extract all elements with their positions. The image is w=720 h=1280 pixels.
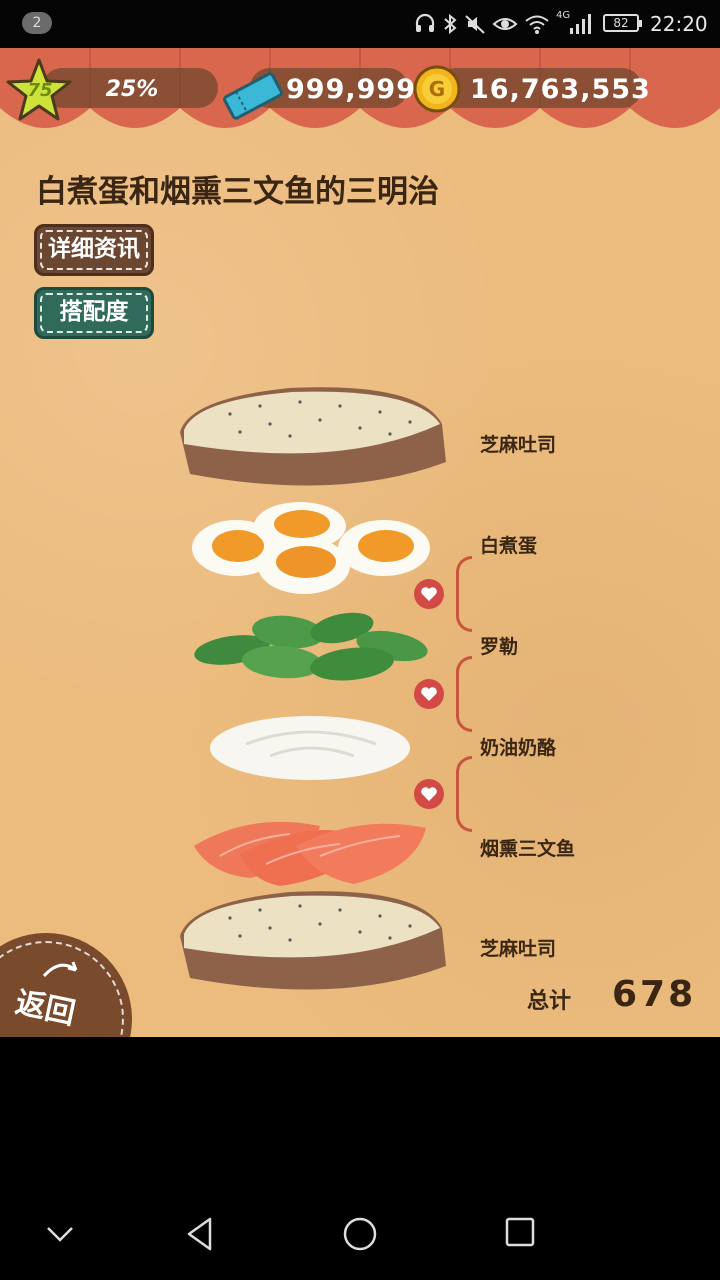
- match-bracket: [456, 556, 472, 632]
- coin-count: 16,763,553: [470, 74, 651, 105]
- battery-icon: 82: [603, 14, 642, 32]
- match-bracket: [456, 756, 472, 832]
- ticket-count: 999,999: [286, 74, 416, 105]
- headset-icon: [415, 13, 435, 32]
- game-screen: 75 25% 999,999 G 16,763,553 白煮蛋和烟熏三文鱼的三明…: [0, 48, 720, 1037]
- total-score: 678: [612, 974, 697, 1015]
- coin-icon: G: [413, 65, 461, 113]
- sesame-toast-bottom-image: [180, 891, 446, 990]
- back-triangle-icon[interactable]: [184, 1216, 216, 1252]
- smoked-salmon-image: [194, 821, 426, 886]
- eye-icon: [492, 18, 518, 30]
- heart-icon: [414, 679, 444, 709]
- recipe-title: 白煮蛋和烟熏三文鱼的三明治: [36, 174, 439, 210]
- mute-icon: [465, 15, 485, 34]
- navigation-bar: [0, 1190, 720, 1280]
- coin-symbol: G: [429, 77, 445, 101]
- ingredient-label: 奶油奶酪: [480, 737, 557, 759]
- home-circle-icon[interactable]: [342, 1216, 378, 1252]
- heart-icon: [414, 779, 444, 809]
- level-progress-text: 25%: [105, 77, 159, 102]
- notification-badge: 2: [22, 12, 52, 34]
- match-score-button[interactable]: 搭配度: [34, 287, 154, 339]
- ingredient-label: 芝麻吐司: [480, 434, 557, 456]
- status-bar: 2 4G 82 22:20: [0, 0, 720, 48]
- detail-info-button[interactable]: 详细资讯: [34, 224, 154, 276]
- cream-cheese-image: [210, 716, 410, 780]
- bluetooth-icon: [444, 13, 457, 35]
- ingredient-label: 白煮蛋: [480, 535, 538, 557]
- ingredient-label: 罗勒: [480, 636, 519, 658]
- boiled-egg-image: [192, 502, 430, 594]
- total-label: 总计: [527, 989, 572, 1014]
- wifi-icon: [525, 15, 549, 34]
- sesame-toast-top-image: [180, 387, 446, 486]
- ingredient-label: 芝麻吐司: [480, 938, 557, 960]
- level-number: 75: [27, 80, 53, 101]
- heart-icon: [414, 579, 444, 609]
- recents-square-icon[interactable]: [504, 1216, 536, 1248]
- match-bracket: [456, 656, 472, 732]
- clock: 22:20: [650, 12, 708, 36]
- signal-icon: [570, 14, 591, 34]
- ticket-icon: [223, 72, 283, 120]
- ingredient-label: 烟熏三文鱼: [480, 838, 576, 860]
- chevron-down-icon[interactable]: [44, 1224, 76, 1244]
- basil-image: [194, 612, 428, 681]
